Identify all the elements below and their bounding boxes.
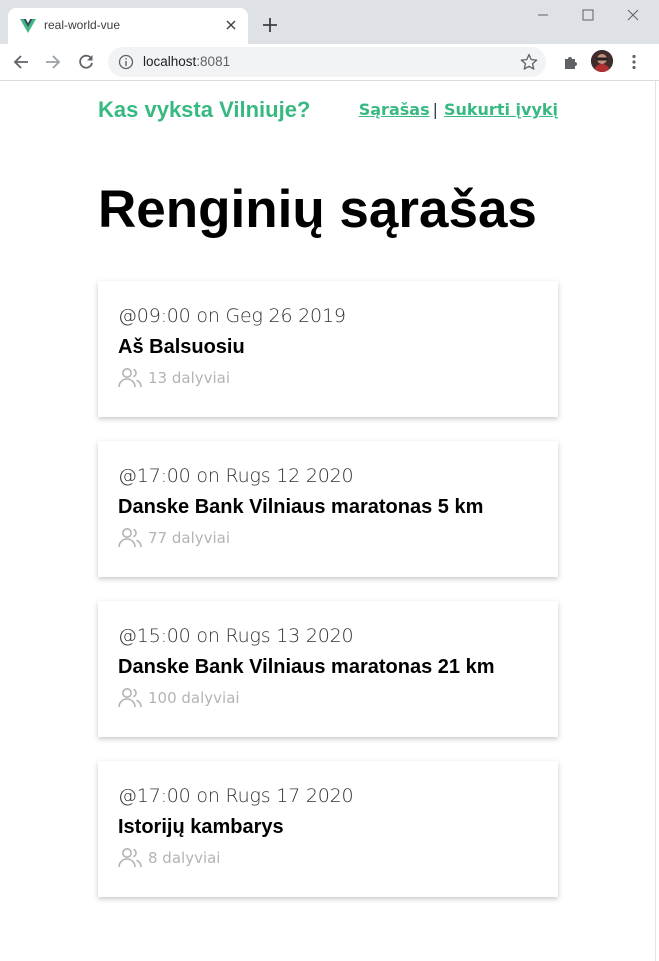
nav-separator: | (432, 100, 438, 119)
browser-toolbar: localhost:8081 (0, 44, 659, 81)
browser-tab[interactable]: real-world-vue (8, 8, 248, 44)
nav-link-list[interactable]: Sąrašas (359, 100, 430, 119)
page-scrollbar[interactable] (655, 81, 659, 961)
minimize-icon[interactable] (536, 8, 550, 22)
url-text: localhost:8081 (143, 54, 230, 69)
users-icon (118, 688, 142, 708)
url-port: :8081 (196, 54, 231, 69)
forward-arrow-icon[interactable] (44, 53, 62, 71)
attendees-count: 8 dalyviai (148, 849, 221, 867)
users-icon (118, 528, 142, 548)
attendees-count: 13 dalyviai (148, 369, 231, 387)
event-card[interactable]: @15:00 on Rugs 13 2020 Danske Bank Vilni… (98, 601, 558, 737)
event-attendees: 77 dalyviai (118, 527, 230, 549)
attendees-count: 100 dalyviai (148, 689, 240, 707)
back-arrow-icon[interactable] (12, 53, 30, 71)
reload-icon[interactable] (77, 53, 95, 71)
extensions-icon[interactable] (562, 53, 580, 71)
window-close-icon[interactable] (626, 8, 640, 22)
bookmark-star-icon[interactable] (520, 53, 538, 71)
url-host: localhost (143, 54, 197, 69)
event-card[interactable]: @09:00 on Geg 26 2019 Aš Balsuosiu 13 da… (98, 281, 558, 417)
event-attendees: 100 dalyviai (118, 687, 240, 709)
info-icon[interactable] (118, 54, 134, 70)
event-attendees: 13 dalyviai (118, 367, 230, 389)
event-date: @17:00 on Rugs 17 2020 (118, 785, 354, 807)
event-card[interactable]: @17:00 on Rugs 12 2020 Danske Bank Vilni… (98, 441, 558, 577)
brand-title: Kas vyksta Vilniuje? (98, 97, 311, 122)
close-tab-icon[interactable] (224, 18, 238, 32)
event-date: @15:00 on Rugs 13 2020 (118, 625, 354, 647)
avatar-image (591, 50, 613, 72)
users-icon (118, 848, 142, 868)
event-title: Istorijų kambarys (118, 816, 284, 838)
event-title: Danske Bank Vilniaus maratonas 5 km (118, 496, 484, 518)
event-title: Aš Balsuosiu (118, 336, 245, 358)
event-attendees: 8 dalyviai (118, 847, 220, 869)
address-bar[interactable]: localhost:8081 (108, 47, 546, 77)
attendees-count: 77 dalyviai (148, 529, 231, 547)
main-nav: Sąrašas | Sukurti įvykį (359, 100, 558, 119)
event-title: Danske Bank Vilniaus maratonas 21 km (118, 656, 495, 678)
profile-avatar[interactable] (591, 50, 613, 72)
event-date: @09:00 on Geg 26 2019 (118, 305, 346, 327)
kebab-menu-icon[interactable] (625, 53, 643, 71)
event-date: @17:00 on Rugs 12 2020 (118, 465, 354, 487)
nav-link-create-event[interactable]: Sukurti įvykį (444, 100, 558, 119)
vue-logo-icon (20, 19, 36, 33)
page-content: Kas vyksta Vilniuje? Sąrašas | Sukurti į… (0, 81, 655, 961)
tab-title: real-world-vue (44, 18, 121, 32)
users-icon (118, 368, 142, 388)
event-card[interactable]: @17:00 on Rugs 17 2020 Istorijų kambarys… (98, 761, 558, 897)
browser-chrome: real-world-vue localhost:8081 (0, 0, 659, 81)
new-tab-icon[interactable] (262, 17, 278, 33)
page-title: Renginių sąrašas (98, 180, 537, 239)
maximize-icon[interactable] (581, 8, 595, 22)
